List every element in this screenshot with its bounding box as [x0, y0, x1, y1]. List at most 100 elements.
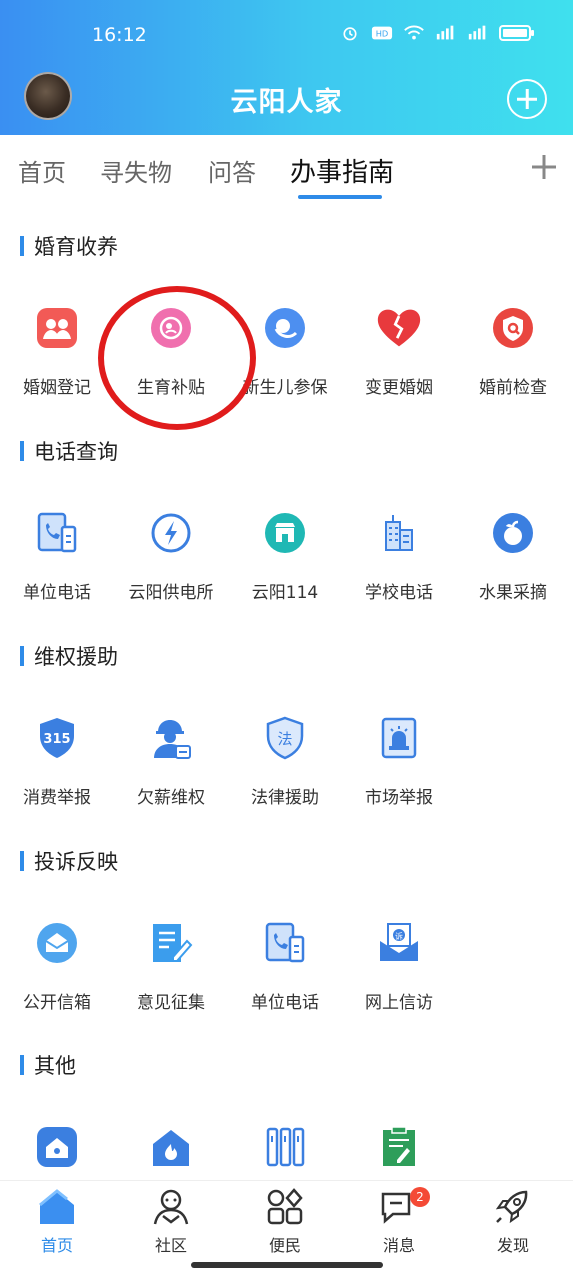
- fire-icon: [148, 1124, 194, 1170]
- signal-4g-icon: [468, 25, 486, 40]
- section-title: 投诉反映: [34, 850, 118, 874]
- newborn-icon: [262, 305, 308, 351]
- alarm-icon: [343, 27, 357, 41]
- law-shield-text: 法: [277, 730, 292, 748]
- grid-item-school-phone[interactable]: 学校电话: [342, 510, 456, 603]
- building-icon: [376, 510, 422, 556]
- grid-icon: [265, 1187, 305, 1227]
- grid-item-unit-phone-2[interactable]: 单位电话: [228, 920, 342, 1013]
- nav-label: 消息: [382, 1236, 415, 1255]
- tab-home[interactable]: 首页: [18, 153, 66, 188]
- home-service-icon: [34, 1124, 80, 1170]
- mailbox-icon: [34, 920, 80, 966]
- grid-item-market-report[interactable]: 市场举报: [342, 715, 456, 808]
- nav-community[interactable]: 社区: [114, 1187, 228, 1256]
- grid-item-label: 消费举报: [23, 788, 91, 808]
- section-header: 电话查询: [20, 436, 118, 466]
- grid-item-yunyang-114[interactable]: 云阳114: [228, 510, 342, 603]
- status-icons: HD: [339, 24, 535, 42]
- grid-item-label: 单位电话: [23, 583, 91, 603]
- couple-icon: [34, 305, 80, 351]
- worker-icon: [148, 715, 194, 761]
- highlight-circle: [98, 286, 256, 430]
- grid-item-label: 变更婚姻: [365, 378, 433, 398]
- tab-lost-found[interactable]: 寻失物: [100, 153, 172, 188]
- grid-item-label: 单位电话: [251, 993, 319, 1013]
- community-icon: [151, 1187, 191, 1227]
- nav-label: 首页: [40, 1236, 73, 1255]
- grid-item-label: 公开信箱: [23, 993, 91, 1013]
- wifi-icon: [404, 25, 424, 40]
- feedback-icon: [148, 920, 194, 966]
- svg-text:HD: HD: [376, 29, 389, 39]
- nav-discover[interactable]: 发现: [456, 1187, 570, 1256]
- shop-icon: [262, 510, 308, 556]
- grid-item-label: 云阳114: [251, 583, 319, 603]
- grid-item-power-station[interactable]: 云阳供电所: [114, 510, 228, 603]
- grid-item-public-mailbox[interactable]: 公开信箱: [0, 920, 114, 1013]
- grid-item-opinion-collection[interactable]: 意见征集: [114, 920, 228, 1013]
- rocket-icon: [493, 1187, 533, 1227]
- grid-item-label: 意见征集: [137, 993, 205, 1013]
- tab-add-icon[interactable]: [531, 154, 557, 180]
- app-title: 云阳人家: [230, 87, 343, 118]
- section-title: 婚育收养: [34, 235, 118, 259]
- status-time: 16:12: [92, 24, 147, 46]
- section-header: 其他: [20, 1050, 76, 1080]
- grid-item-unit-phone[interactable]: 单位电话: [0, 510, 114, 603]
- alarm-light-icon: [376, 715, 422, 761]
- law-shield-icon: 法: [262, 715, 308, 761]
- battery-icon: [499, 25, 534, 41]
- section-title: 维权援助: [34, 645, 118, 669]
- grid-item-wage-rights[interactable]: 欠薪维权: [114, 715, 228, 808]
- grid-item-premarital-exam[interactable]: 婚前检查: [456, 305, 570, 398]
- fruit-icon: [490, 510, 536, 556]
- nav-convenience[interactable]: 便民: [228, 1187, 342, 1256]
- hd-icon: HD: [371, 26, 393, 40]
- phone-book-icon: [34, 510, 80, 556]
- tab-qa[interactable]: 问答: [208, 153, 256, 188]
- section-marker: [20, 851, 24, 871]
- bars-icon: [262, 1124, 308, 1170]
- app-header: 16:12 HD 云阳人家: [0, 0, 573, 135]
- tab-active-indicator: [298, 195, 382, 199]
- section-marker: [20, 441, 24, 461]
- grid-item-label: 云阳供电所: [128, 583, 214, 603]
- grid-item-home-service[interactable]: [0, 1124, 114, 1170]
- broken-heart-icon: [376, 305, 422, 351]
- grid-item-online-petition[interactable]: 诉 网上信访: [342, 920, 456, 1013]
- shield-badge-text: 315: [43, 732, 70, 747]
- grid-item-label: 网上信访: [365, 993, 433, 1013]
- section-title: 其他: [34, 1054, 76, 1078]
- phone-book-icon: [262, 920, 308, 966]
- grid-item-label: 婚前检查: [479, 378, 547, 398]
- tab-guide[interactable]: 办事指南: [290, 152, 394, 189]
- letter-seal-text: 诉: [395, 931, 403, 941]
- grid-item-marriage-registration[interactable]: 婚姻登记: [0, 305, 114, 398]
- grid-item-consumer-report[interactable]: 315 消费举报: [0, 715, 114, 808]
- message-count-badge: 2: [410, 1187, 430, 1207]
- grid-item-label: 婚姻登记: [23, 378, 91, 398]
- grid-item-archive[interactable]: [228, 1124, 342, 1170]
- power-icon: [148, 510, 194, 556]
- nav-home[interactable]: 首页: [0, 1187, 114, 1256]
- grid-item-change-marriage[interactable]: 变更婚姻: [342, 305, 456, 398]
- exam-icon: [490, 305, 536, 351]
- section-marker: [20, 236, 24, 256]
- grid-item-label: 水果采摘: [479, 583, 547, 603]
- document-icon: [376, 1124, 422, 1170]
- grid-item-document[interactable]: [342, 1124, 456, 1170]
- 315-shield-icon: 315: [34, 715, 80, 761]
- section-header: 投诉反映: [20, 846, 118, 876]
- grid-item-fire-service[interactable]: [114, 1124, 228, 1170]
- grid-item-label: 学校电话: [365, 583, 433, 603]
- nav-messages[interactable]: 2 消息: [342, 1187, 456, 1256]
- grid-item-fruit-picking[interactable]: 水果采摘: [456, 510, 570, 603]
- nav-label: 发现: [496, 1236, 529, 1255]
- section-marker: [20, 1055, 24, 1075]
- home-indicator: [191, 1262, 383, 1268]
- top-tabs: 首页 寻失物 问答 办事指南: [0, 135, 573, 205]
- signal-5g-icon: [436, 25, 454, 40]
- add-button[interactable]: [507, 79, 547, 119]
- grid-item-legal-aid[interactable]: 法 法律援助: [228, 715, 342, 808]
